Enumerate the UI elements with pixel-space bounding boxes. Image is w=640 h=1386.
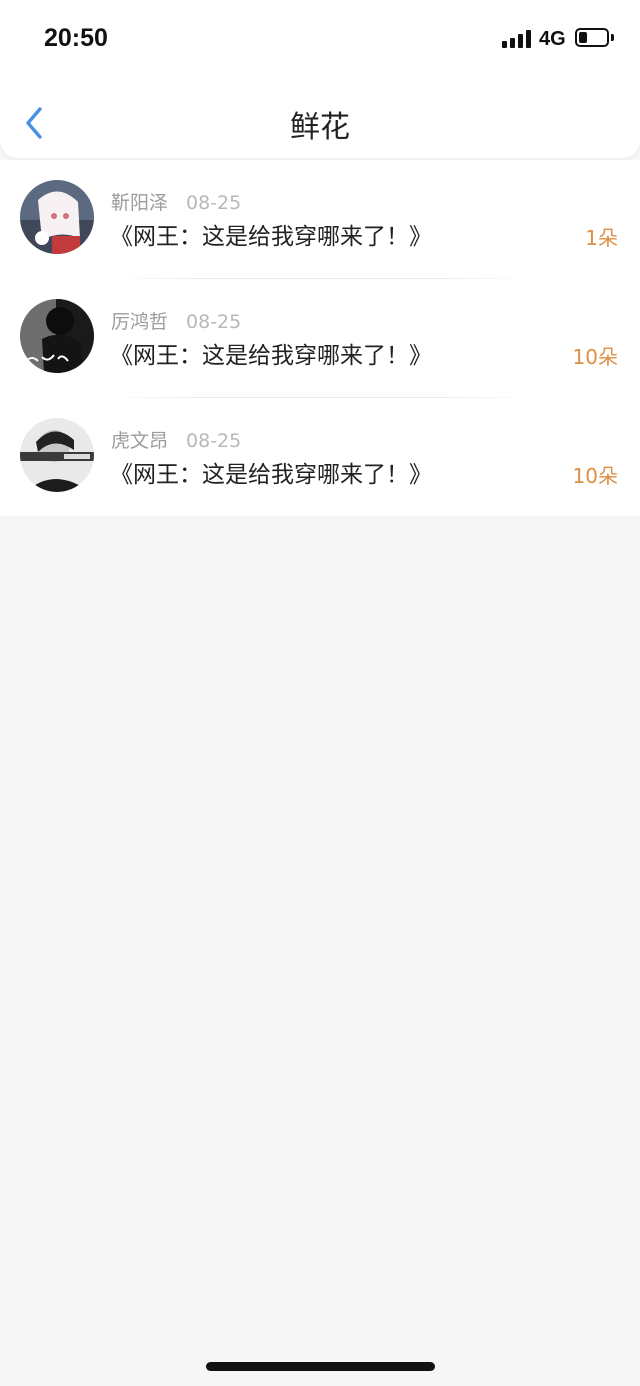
avatar[interactable] <box>20 299 94 373</box>
flower-count: 10朵 <box>572 464 618 488</box>
sender-name: 虎文昂 <box>111 430 169 452</box>
battery-tip <box>611 34 614 41</box>
sender-meta: 厉鸿哲 08-25 <box>111 307 241 334</box>
avatar[interactable] <box>20 418 94 492</box>
book-title: 《网王：这是给我穿哪来了！》 <box>110 224 432 250</box>
navigation-bar: 鲜花 <box>0 80 640 158</box>
page-title: 鲜花 <box>290 110 350 145</box>
list-item[interactable]: 虎文昂 08-25 《网王：这是给我穿哪来了！》 10朵 <box>0 398 640 517</box>
avatar[interactable] <box>20 180 94 254</box>
home-indicator[interactable] <box>206 1362 435 1371</box>
flower-list: 靳阳泽 08-25 《网王：这是给我穿哪来了！》 1朵 厉鸿哲 08-25 《网王：… <box>0 160 640 516</box>
sender-name: 厉鸿哲 <box>111 311 169 333</box>
status-bar: 20:50 4G <box>0 0 640 80</box>
book-title: 《网王：这是给我穿哪来了！》 <box>110 343 432 369</box>
send-date: 08-25 <box>186 311 242 333</box>
sender-meta: 靳阳泽 08-25 <box>111 188 241 215</box>
signal-icon <box>502 30 532 48</box>
sender-meta: 虎文昂 08-25 <box>111 426 241 453</box>
list-item[interactable]: 厉鸿哲 08-25 《网王：这是给我穿哪来了！》 10朵 <box>0 279 640 398</box>
sender-name: 靳阳泽 <box>111 192 169 214</box>
send-date: 08-25 <box>186 192 242 214</box>
flower-count: 1朵 <box>585 226 618 250</box>
status-time: 20:50 <box>44 24 108 52</box>
flower-count: 10朵 <box>572 345 618 369</box>
send-date: 08-25 <box>186 430 242 452</box>
list-item[interactable]: 靳阳泽 08-25 《网王：这是给我穿哪来了！》 1朵 <box>0 160 640 279</box>
battery-icon <box>575 28 609 47</box>
network-label: 4G <box>539 28 566 50</box>
book-title: 《网王：这是给我穿哪来了！》 <box>110 462 432 488</box>
